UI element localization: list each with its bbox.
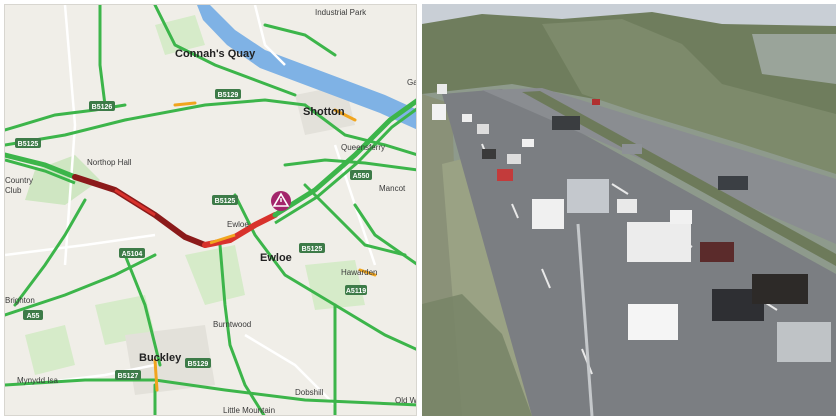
place-label: Ewloe bbox=[227, 220, 249, 229]
road-label: B5125 bbox=[18, 141, 39, 148]
place-label: Old W bbox=[395, 396, 417, 405]
place-label: Ewloe bbox=[260, 252, 292, 264]
traffic-map[interactable]: B5129 B5126 B5125 B5125 B5125 A550 A5104… bbox=[4, 4, 417, 416]
road-label: B5125 bbox=[215, 198, 236, 205]
place-label: Shotton bbox=[303, 106, 345, 118]
place-label: Connah's Quay bbox=[175, 48, 256, 60]
place-label: Brighton bbox=[5, 296, 35, 305]
road-label: B5125 bbox=[302, 246, 323, 253]
place-label-line: Country bbox=[5, 176, 33, 185]
place-label: Industrial Park bbox=[315, 8, 367, 17]
place-label: Mancot bbox=[379, 184, 406, 193]
map-canvas: B5129 B5126 B5125 B5125 B5125 A550 A5104… bbox=[5, 5, 417, 415]
camera-image bbox=[422, 4, 836, 416]
place-label: Ga bbox=[407, 78, 417, 87]
road-label: A5119 bbox=[346, 288, 366, 295]
road-label: A55 bbox=[27, 313, 40, 320]
place-label-line: Club bbox=[5, 186, 22, 195]
road-label: A550 bbox=[353, 173, 370, 180]
place-label: Mynydd Isa bbox=[17, 376, 58, 385]
road-label: B5127 bbox=[118, 373, 139, 380]
place-label: Buckley bbox=[139, 352, 182, 364]
traffic-camera-view bbox=[422, 4, 836, 416]
place-label: Little Mountain bbox=[223, 406, 275, 415]
place-label: Dobshill bbox=[295, 388, 324, 397]
road-label: B5129 bbox=[188, 361, 209, 368]
warning-triangle-icon[interactable] bbox=[271, 191, 291, 211]
road-label: B5129 bbox=[218, 92, 239, 99]
place-label: Burntwood bbox=[213, 320, 251, 329]
road-label: A5104 bbox=[122, 251, 143, 258]
place-label: Hawarden bbox=[341, 268, 377, 277]
place-label: Queensferry bbox=[341, 143, 385, 152]
road-label: B5126 bbox=[92, 104, 113, 111]
split-view: B5129 B5126 B5125 B5125 B5125 A550 A5104… bbox=[0, 0, 840, 420]
place-label: Northop Hall bbox=[87, 158, 132, 167]
